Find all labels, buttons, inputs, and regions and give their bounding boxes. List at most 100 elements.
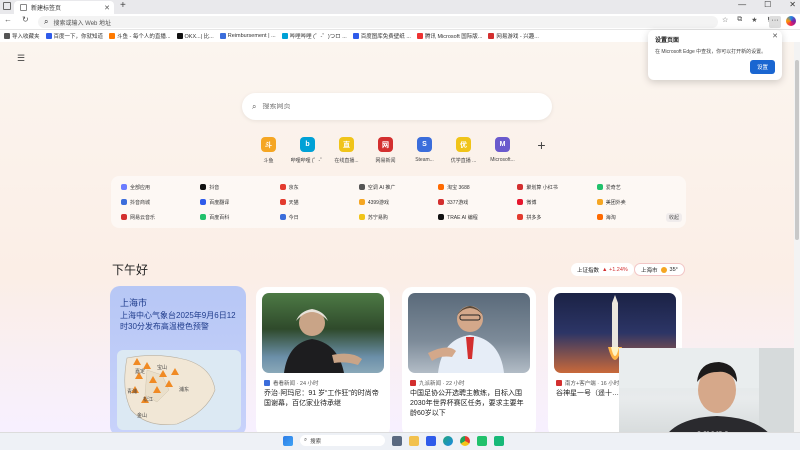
site-link[interactable]: 微博	[517, 197, 596, 207]
minimize-button[interactable]: —	[738, 0, 746, 9]
site-link[interactable]: 拼多多	[517, 212, 596, 222]
site-link[interactable]: 抖音	[200, 182, 279, 192]
quick-link[interactable]: 斗斗鱼	[252, 137, 285, 164]
search-icon: ⌕	[252, 101, 257, 111]
site-link[interactable]: 天猫	[279, 197, 359, 207]
site-link[interactable]: 百度翻译	[200, 197, 279, 207]
site-link[interactable]: 4399游戏	[358, 197, 438, 207]
site-link[interactable]: 苏宁易购	[358, 212, 438, 222]
edge-icon[interactable]	[443, 435, 453, 446]
app-icon[interactable]	[494, 435, 504, 446]
favorite-item[interactable]: 网易游戏 - 兴趣...	[488, 32, 539, 40]
refresh-icon[interactable]: ↻	[22, 15, 29, 24]
site-link[interactable]: 空调 AI 推广	[358, 182, 438, 192]
source-logo-icon	[264, 380, 270, 386]
plus-icon: +	[537, 137, 546, 153]
quick-link[interactable]: b 哔哩哔哩 (゜-゜)	[291, 137, 325, 164]
favorite-item[interactable]: 百度一下，你就知道	[45, 32, 104, 40]
map-label: 浦东	[179, 387, 190, 393]
site-icon	[517, 184, 524, 190]
site-link[interactable]: 京东	[279, 182, 359, 192]
site-icon	[438, 199, 445, 205]
favorite-label: 哔哩哔哩 (゜-゜)つロ ...	[289, 34, 347, 40]
favorite-icon	[176, 33, 183, 39]
task-view-icon[interactable]	[392, 435, 402, 446]
quick-link-icon: 直	[339, 137, 354, 152]
site-link[interactable]: 网易云音乐	[121, 212, 200, 222]
quick-link-label: 在线直播...	[334, 158, 359, 164]
taskbar-icons: ⌕ 搜索	[283, 435, 504, 446]
news-card[interactable]: 看看新闻 · 24 小时 乔治·阿玛尼：91 岁“工作狂”的时尚帝国谢幕，百亿家…	[256, 287, 390, 437]
site-link[interactable]: 3377游戏	[438, 197, 517, 207]
favorite-label: 百度一下，你就知道	[53, 34, 104, 40]
site-link[interactable]: TRAE AI 编程	[438, 212, 517, 222]
favorite-item[interactable]: 腾讯 Microsoft 国际版...	[416, 32, 483, 40]
tab-actions-icon[interactable]	[3, 2, 11, 10]
collapse-button[interactable]: 收起	[666, 213, 683, 222]
favorite-label: 百度图库免费壁纸 ...	[360, 34, 411, 40]
site-link[interactable]: 美团外卖	[596, 197, 676, 207]
favorite-star-icon[interactable]: ☆	[722, 16, 728, 24]
quick-link[interactable]: 优优学直播 ...	[447, 137, 480, 164]
favorite-label: 腾讯 Microsoft 国际版...	[424, 34, 483, 40]
maximize-button[interactable]: ☐	[764, 0, 771, 9]
close-window-button[interactable]: ✕	[789, 0, 796, 9]
news-card[interactable]: 九派新闻 · 22 小时 中国足协公开选聘主教练，目标入围2030年世界杯赛区任…	[402, 287, 536, 437]
site-link[interactable]: 百度百科	[200, 212, 279, 222]
favorites-icon[interactable]: ★	[751, 16, 757, 24]
favorite-item[interactable]: 斗鱼 - 每个人的直播...	[109, 32, 171, 40]
site-icon	[279, 184, 286, 190]
search-input[interactable]	[262, 103, 513, 110]
site-link[interactable]: 海淘	[596, 212, 676, 222]
quick-link[interactable]: 网网易新闻	[369, 137, 402, 164]
site-link[interactable]: 淘宝 3688	[438, 182, 517, 192]
new-tab-button[interactable]: +	[120, 0, 126, 11]
favorite-item[interactable]: 导入收藏夹	[4, 32, 40, 40]
store-icon[interactable]	[426, 435, 436, 446]
address-bar[interactable]: ⌕ 搜索或输入 Web 地址	[38, 16, 718, 28]
quick-links: 斗斗鱼 b 哔哩哔哩 (゜-゜) 直在线直播... 网网易新闻 S Steam... 优优学直…	[252, 137, 558, 164]
scrollbar-thumb[interactable]	[795, 60, 799, 240]
copilot-icon[interactable]	[786, 16, 796, 26]
favorite-icon	[45, 33, 52, 39]
popup-settings-button[interactable]: 设置	[749, 60, 775, 74]
site-icon	[279, 214, 286, 220]
window-controls: — ☐ ✕	[738, 0, 796, 9]
search-box[interactable]: ⌕	[242, 93, 552, 120]
back-icon[interactable]: ←	[4, 15, 12, 24]
add-quick-link-button[interactable]: +	[525, 137, 558, 164]
windows-start-icon[interactable]	[283, 435, 293, 446]
quick-link[interactable]: S Steam...	[408, 137, 441, 164]
site-label: 4399游戏	[367, 199, 389, 206]
site-link[interactable]: 聚划算 小红书	[517, 182, 596, 192]
weather-card[interactable]: 上海市 上海中心气象台2025年9月6日12时30分发布高温橙色预警 宝山 嘉定…	[110, 286, 246, 436]
weather-chip[interactable]: 上海市 35°	[634, 263, 685, 276]
menu-icon[interactable]: ☰	[17, 53, 25, 64]
site-link[interactable]: 全部应用	[121, 182, 200, 192]
quick-link-icon: b	[300, 137, 315, 152]
more-options-button[interactable]: ···	[769, 16, 781, 28]
site-label: 天猫	[288, 199, 299, 206]
quick-link[interactable]: 直在线直播...	[330, 137, 363, 164]
close-icon[interactable]: ✕	[772, 32, 778, 40]
quick-link[interactable]: M Microsoft...	[486, 137, 519, 164]
site-label: 爱奇艺	[605, 184, 621, 191]
tab-close-icon[interactable]: ✕	[104, 4, 114, 12]
file-explorer-icon[interactable]	[409, 435, 419, 446]
site-link[interactable]: 今日	[279, 212, 359, 222]
split-screen-icon[interactable]: ⧉	[737, 16, 742, 24]
site-label: 今日	[288, 214, 299, 221]
favorite-icon	[4, 33, 10, 39]
wechat-icon[interactable]	[477, 435, 487, 446]
quick-link-label: 斗鱼	[263, 158, 274, 164]
favorite-item[interactable]: Reimbursement | ...	[219, 33, 276, 39]
site-link[interactable]: 爱奇艺	[596, 182, 676, 192]
favorite-item[interactable]: OKX...| 比...	[176, 32, 214, 40]
favorite-item[interactable]: 百度图库免费壁纸 ...	[352, 32, 411, 40]
taskbar-search[interactable]: ⌕ 搜索	[300, 435, 385, 446]
chrome-icon[interactable]	[460, 435, 470, 446]
site-link[interactable]: 抖音商城	[121, 197, 200, 207]
market-chip[interactable]: 上证指数 ▲ +1.24%	[571, 263, 634, 276]
tab-new-tab[interactable]: 新建标签页 ✕	[14, 1, 114, 14]
favorite-item[interactable]: 哔哩哔哩 (゜-゜)つロ ...	[281, 32, 347, 40]
